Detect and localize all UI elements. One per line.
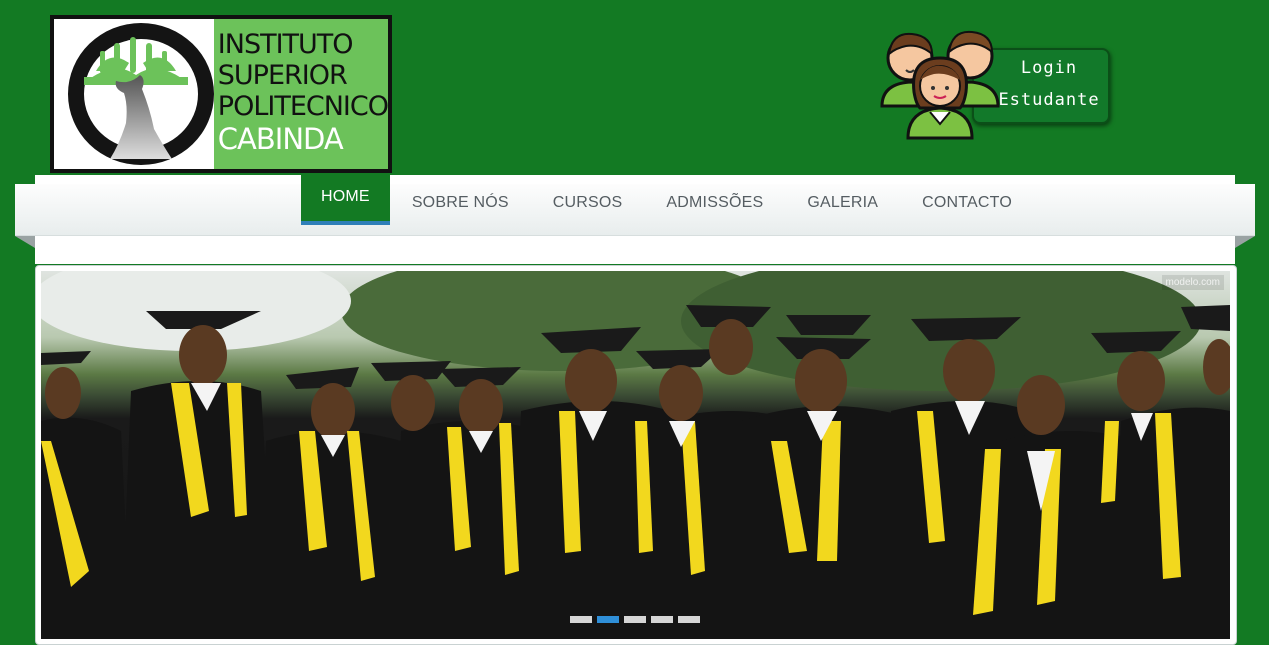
nav-item-admissoes[interactable]: ADMISSÕES xyxy=(644,177,785,229)
nav-fold-left xyxy=(15,236,35,248)
login-label-line2[interactable]: Estudante xyxy=(990,84,1108,116)
slider-dot-4[interactable] xyxy=(651,616,673,623)
nav-item-sobre-nos[interactable]: SOBRE NÓS xyxy=(390,177,531,229)
nav-item-galeria[interactable]: GALERIA xyxy=(785,177,900,229)
slider-pagination xyxy=(570,616,700,623)
logo-text: INSTITUTO SUPERIOR POLITECNICO CABINDA xyxy=(213,19,388,169)
logo-line: SUPERIOR xyxy=(217,60,348,91)
main-nav: HOME SOBRE NÓS CURSOS ADMISSÕES GALERIA … xyxy=(301,175,1034,225)
student-login-button[interactable]: Login Estudante xyxy=(880,28,1110,143)
logo-line: CABINDA xyxy=(217,122,344,156)
logo-line: INSTITUTO xyxy=(217,29,354,60)
graduates-photo xyxy=(41,271,1230,639)
logo-line: POLITECNICO xyxy=(217,91,388,122)
students-icon[interactable] xyxy=(880,28,1005,146)
login-label-line1[interactable]: Login xyxy=(990,52,1108,84)
nav-item-cursos[interactable]: CURSOS xyxy=(531,177,645,229)
site-logo[interactable]: INSTITUTO SUPERIOR POLITECNICO CABINDA xyxy=(50,15,392,173)
nav-item-contacto[interactable]: CONTACTO xyxy=(900,177,1034,229)
slider-image[interactable]: modelo.com xyxy=(41,271,1230,639)
login-label[interactable]: Login Estudante xyxy=(990,52,1108,116)
slider-dot-3[interactable] xyxy=(624,616,646,623)
image-watermark: modelo.com xyxy=(1161,275,1224,290)
nav-under-strip xyxy=(35,236,1235,264)
slider-dot-2[interactable] xyxy=(597,616,619,623)
nav-fold-right xyxy=(1235,236,1255,248)
logo-emblem-icon xyxy=(54,19,214,169)
nav-item-home[interactable]: HOME xyxy=(301,175,390,225)
slider-dot-5[interactable] xyxy=(678,616,700,623)
slider-dot-1[interactable] xyxy=(570,616,592,623)
